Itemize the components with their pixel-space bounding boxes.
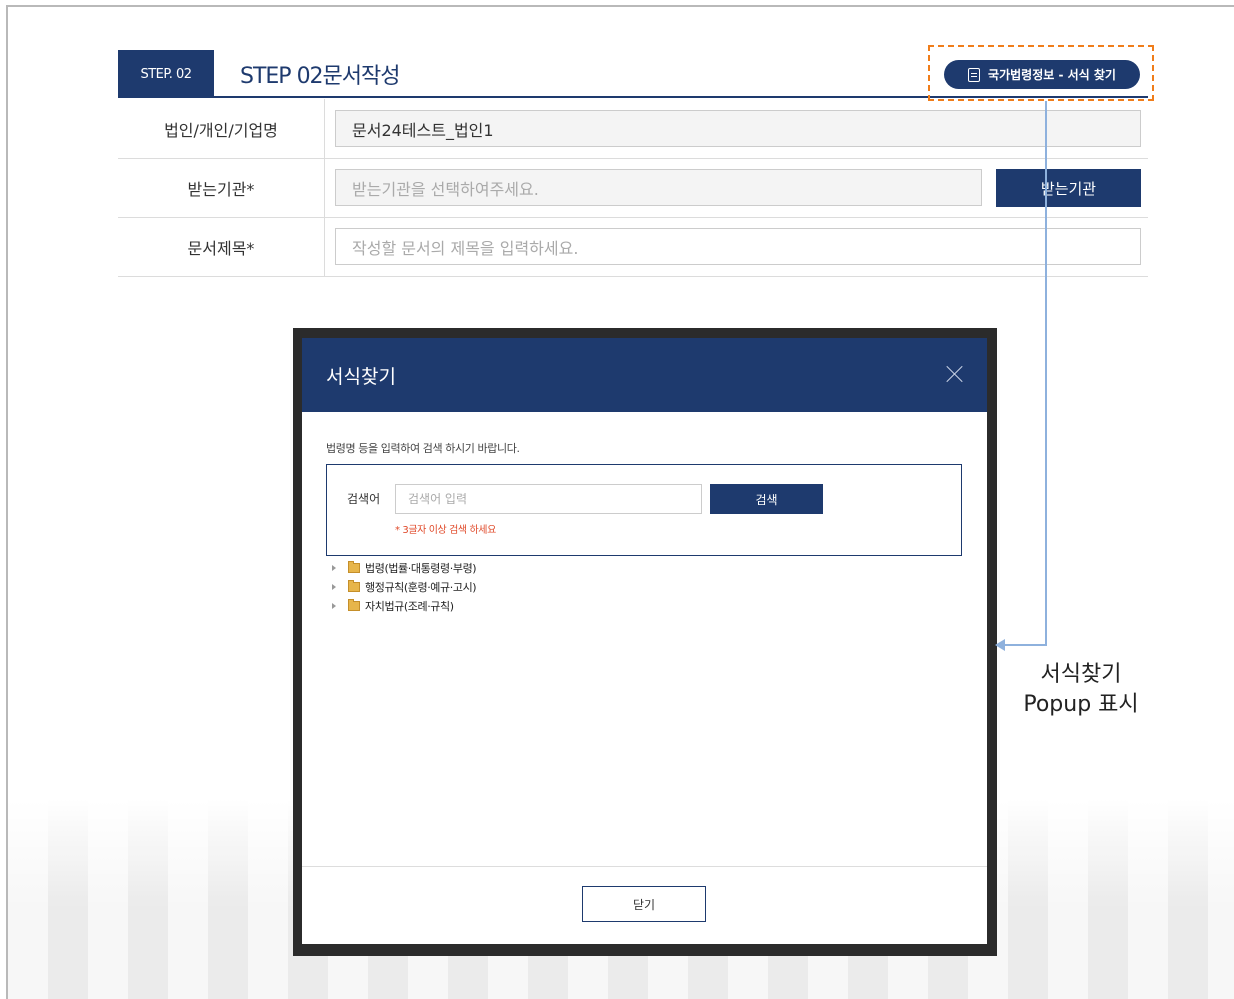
step-tab: STEP. 02 — [118, 50, 214, 98]
search-label: 검색어 — [347, 492, 381, 506]
tree-item[interactable]: 행정규칙(훈령·예규·고시) — [332, 577, 477, 596]
expand-triangle-icon[interactable] — [332, 564, 336, 571]
search-button[interactable]: 검색 — [710, 484, 823, 514]
tree-item-label: 자치법규(조례·규칙) — [365, 599, 454, 613]
close-icon[interactable] — [946, 365, 963, 382]
tree-item[interactable]: 자치법규(조례·규칙) — [332, 596, 476, 615]
annotation-text: 서식찾기 Popup 표시 — [1010, 660, 1152, 720]
tree-item-label: 행정규칙(훈령·예규·고시) — [365, 580, 477, 594]
doc-title-field[interactable]: 작성할 문서의 제목을 입력하세요. — [335, 228, 1141, 265]
form-search-popup: 서식찾기 법령명 등을 입력하여 검색 하시기 바랍니다. 검색어 검색 * 3… — [302, 338, 987, 944]
company-field[interactable]: 문서24테스트_법인1 — [335, 110, 1141, 147]
connector-line — [1045, 101, 1047, 646]
search-box: 검색어 검색 * 3글자 이상 검색 하세요 — [326, 464, 962, 556]
annotation-line: Popup 표시 — [1023, 692, 1139, 717]
popup-close-button[interactable]: 닫기 — [582, 886, 706, 922]
form-row-title: 문서제목* 작성할 문서의 제목을 입력하세요. — [118, 217, 1148, 277]
form-row-company: 법인/개인/기업명 문서24테스트_법인1 — [118, 99, 1148, 159]
popup-guide-text: 법령명 등을 입력하여 검색 하시기 바랍니다. — [326, 442, 520, 455]
folder-icon — [348, 560, 360, 573]
popup-footer-divider — [302, 866, 987, 867]
doc-title-label: 문서제목* — [118, 217, 325, 276]
popup-title: 서식찾기 — [326, 365, 396, 388]
connector-line — [1000, 644, 1047, 646]
recipient-label: 받는기관* — [118, 158, 325, 217]
document-icon — [968, 67, 981, 82]
expand-triangle-icon[interactable] — [332, 602, 336, 609]
popup-header: 서식찾기 — [302, 338, 987, 412]
folder-icon — [348, 579, 360, 592]
annotation-line: 서식찾기 — [1040, 662, 1122, 687]
page-title: STEP 02문서작성 — [240, 64, 401, 89]
folder-icon — [348, 598, 360, 611]
tree-item-label: 법령(법률·대통령령·부령) — [365, 561, 477, 575]
law-search-button[interactable]: 국가법령정보 - 서식 찾기 — [944, 60, 1140, 89]
expand-triangle-icon[interactable] — [332, 583, 336, 590]
company-label: 법인/개인/기업명 — [118, 99, 325, 158]
form-row-recipient: 받는기관* 받는기관을 선택하여주세요. 받는기관 — [118, 158, 1148, 218]
recipient-button[interactable]: 받는기관 — [996, 169, 1141, 207]
search-input[interactable] — [395, 484, 702, 514]
search-hint: * 3글자 이상 검색 하세요 — [395, 525, 496, 536]
law-tree: 법령(법률·대통령령·부령) 행정규칙(훈령·예규·고시) 자치법규(조례·규칙… — [332, 558, 477, 615]
law-search-label: 국가법령정보 - 서식 찾기 — [988, 68, 1116, 82]
recipient-field[interactable]: 받는기관을 선택하여주세요. — [335, 169, 982, 206]
tree-item[interactable]: 법령(법률·대통령령·부령) — [332, 558, 477, 577]
arrow-left-icon — [995, 639, 1005, 651]
